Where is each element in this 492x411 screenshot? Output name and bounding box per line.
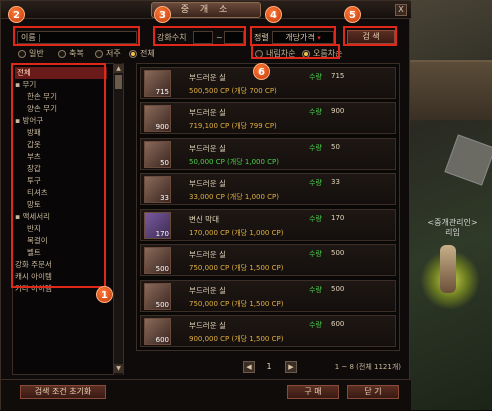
reset-search-button[interactable]: 검색 조건 초기화 bbox=[20, 385, 106, 399]
annotation-box-enhance bbox=[153, 26, 246, 46]
radio-selected-icon bbox=[129, 49, 137, 58]
type-radio-blessed[interactable]: 축복 bbox=[58, 48, 84, 59]
thread-icon: 50 bbox=[144, 141, 171, 168]
annotation-badge-3: 3 bbox=[154, 6, 171, 23]
npc-character[interactable] bbox=[440, 245, 456, 293]
annotation-badge-1: 1 bbox=[96, 286, 113, 303]
scroll-down-icon[interactable]: ▼ bbox=[114, 364, 123, 373]
close-icon[interactable]: X bbox=[395, 4, 407, 16]
list-item[interactable]: 170 변신 막대 170,000 CP (개당 1,000 CP) 수량 17… bbox=[140, 209, 396, 241]
annotation-box-order bbox=[251, 44, 340, 59]
scroll-thumb[interactable] bbox=[115, 75, 122, 89]
type-radio-normal[interactable]: 일반 bbox=[18, 48, 44, 59]
list-item[interactable]: 500 부드러운 실 750,000 CP (개당 1,500 CP) 수량 5… bbox=[140, 280, 396, 312]
pagination-summary: 1 ~ 8 (전체 1121개) bbox=[334, 363, 401, 371]
radio-icon bbox=[18, 49, 26, 58]
thread-icon: 500 bbox=[144, 283, 171, 310]
prev-page-icon[interactable]: ◀ bbox=[243, 361, 255, 373]
annotation-box-search bbox=[343, 26, 397, 46]
list-item[interactable]: 33 부드러운 실 33,000 CP (개당 1,000 CP) 수량 33 bbox=[140, 173, 396, 205]
annotation-badge-5: 5 bbox=[344, 6, 361, 23]
close-button[interactable]: 닫 기 bbox=[347, 385, 399, 399]
annotation-badge-2: 2 bbox=[8, 6, 25, 23]
thread-icon: 900 bbox=[144, 105, 171, 132]
annotation-box-category bbox=[11, 63, 106, 288]
annotation-box-name bbox=[13, 26, 140, 46]
buy-button[interactable]: 구 매 bbox=[287, 385, 339, 399]
list-item[interactable]: 50 부드러운 실 50,000 CP (개당 1,000 CP) 수량 50 bbox=[140, 138, 396, 170]
list-item[interactable]: 900 부드러운 실 719,100 CP (개당 799 CP) 수량 900 bbox=[140, 102, 396, 134]
thread-icon: 500 bbox=[144, 247, 171, 274]
type-radio-cursed[interactable]: 저주 bbox=[95, 48, 121, 59]
radio-icon bbox=[58, 49, 66, 58]
list-item[interactable]: 500 부드러운 실 750,000 CP (개당 1,500 CP) 수량 5… bbox=[140, 244, 396, 276]
page-number: 1 bbox=[266, 362, 272, 371]
annotation-badge-4: 4 bbox=[265, 6, 282, 23]
scroll-up-icon[interactable]: ▲ bbox=[114, 64, 123, 73]
annotation-badge-6: 6 bbox=[253, 63, 270, 80]
next-page-icon[interactable]: ▶ bbox=[285, 361, 297, 373]
thread-icon: 600 bbox=[144, 318, 171, 345]
annotation-box-sort bbox=[250, 26, 336, 46]
wooden-log bbox=[405, 60, 492, 120]
radio-icon bbox=[95, 49, 103, 58]
wand-icon: 170 bbox=[144, 212, 171, 239]
list-item[interactable]: 600 부드러운 실 900,000 CP (개당 1,500 CP) 수량 6… bbox=[140, 315, 396, 347]
category-scrollbar[interactable]: ▲ ▼ bbox=[113, 63, 123, 375]
thread-icon: 715 bbox=[144, 70, 171, 97]
npc-label: <중개관리인> 리임 bbox=[427, 218, 478, 237]
type-radio-all[interactable]: 전체 bbox=[129, 48, 155, 59]
thread-icon: 33 bbox=[144, 176, 171, 203]
